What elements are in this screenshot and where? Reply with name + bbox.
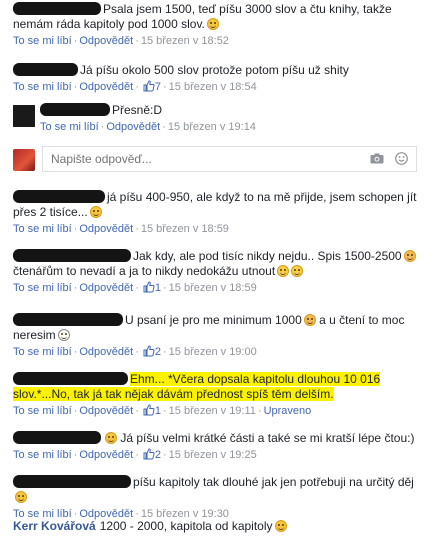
like-link[interactable]: To se mi líbí xyxy=(13,81,72,93)
smile-emoji-icon xyxy=(206,18,219,30)
comment-text: Já píšu velmi krátké části a také se mi … xyxy=(120,431,415,445)
comment: Ehm... *Včera dopsala kapitolu dlouhou 1… xyxy=(13,372,381,417)
redacted-name xyxy=(13,475,131,488)
timestamp[interactable]: 15 březen v 19:14 xyxy=(168,121,256,133)
like-count[interactable]: 2 xyxy=(155,346,161,358)
reply-link[interactable]: Odpovědět xyxy=(79,223,133,235)
smile-emoji-icon xyxy=(105,432,117,444)
comment: píšu kapitoly tak dlouhé jak jen potřebu… xyxy=(13,475,414,520)
redacted-name xyxy=(13,372,128,385)
reply-link[interactable]: Odpovědět xyxy=(79,346,133,358)
comment-meta: To se mi líbí · Odpovědět · 15 březen v 18:5… xyxy=(13,35,229,47)
comment: Já píšu okolo 500 slov protože potom píš… xyxy=(13,63,349,93)
like-link[interactable]: To se mi líbí xyxy=(13,405,72,417)
camera-icon[interactable] xyxy=(370,153,384,167)
like-count[interactable]: 2 xyxy=(155,449,161,461)
redacted-name xyxy=(13,190,105,203)
thumbs-up-icon[interactable] xyxy=(143,345,155,357)
like-link[interactable]: To se mi líbí xyxy=(40,121,99,133)
reply-input-box[interactable] xyxy=(42,146,417,172)
thumbs-up-icon[interactable] xyxy=(143,404,155,416)
edited-label[interactable]: Upraveno xyxy=(264,405,312,417)
comment-text: já píšu 400-950, ale když to na mě přijd… xyxy=(107,190,417,204)
thumbs-up-icon[interactable] xyxy=(143,448,155,460)
redacted-name xyxy=(40,103,110,116)
like-count[interactable]: 1 xyxy=(155,405,161,417)
redacted-name xyxy=(13,431,101,444)
comment-text: neresim xyxy=(13,328,56,342)
like-count[interactable]: 1 xyxy=(155,282,161,294)
comment: Kerr Kovářová 1200 - 2000, kapitola od ka… xyxy=(0,519,297,534)
like-link[interactable]: To se mi líbí xyxy=(13,449,72,461)
comment-text: U psaní je pro me minimum 1000 xyxy=(125,313,302,327)
commenter-name[interactable]: Kerr Kovářová xyxy=(13,519,96,533)
reply-input[interactable] xyxy=(49,147,353,171)
laughing-emoji-icon xyxy=(291,265,304,277)
like-link[interactable]: To se mi líbí xyxy=(13,346,72,358)
comment: Jak kdy, ale pod tisíc nikdy nejdu.. Spi… xyxy=(0,249,426,295)
smile-emoji-icon xyxy=(274,520,287,532)
reply-link[interactable]: Odpovědět xyxy=(79,282,133,294)
smile-emoji-icon xyxy=(89,206,102,218)
timestamp[interactable]: 15 březen v 19:11 xyxy=(169,405,256,417)
comment-text: čtenářům to nevadí a ja to nikdy nedokáž… xyxy=(13,264,276,278)
comment-text: Přesně:D xyxy=(112,103,163,117)
comment: Psala jsem 1500, teď píšu 3000 slov a čt… xyxy=(0,2,402,48)
comment-text: 1200 - 2000, kapitola od kapitoly xyxy=(99,519,273,533)
like-link[interactable]: To se mi líbí xyxy=(13,282,72,294)
comment: Já píšu velmi krátké části a také se mi … xyxy=(13,431,415,461)
redacted-name xyxy=(13,313,123,326)
like-link[interactable]: To se mi líbí xyxy=(13,35,72,47)
avatar[interactable] xyxy=(13,105,35,127)
highlighted-comment-text: slov.*...No, tak já tak nějak dávám před… xyxy=(13,387,334,401)
timestamp[interactable]: 15 březen v 18:52 xyxy=(141,35,229,47)
reply-link[interactable]: Odpovědět xyxy=(79,449,133,461)
laughing-emoji-icon xyxy=(277,265,290,277)
comment: já píšu 400-950, ale když to na mě přijd… xyxy=(13,190,417,235)
timestamp[interactable]: 15 březen v 19:25 xyxy=(169,449,257,461)
current-user-avatar xyxy=(13,149,35,171)
reply-comment: Přesně:D To se mi líbí · Odpovědět · 15 břez… xyxy=(0,103,256,134)
redacted-name xyxy=(13,249,131,262)
comment-text: a u čtení to moc xyxy=(319,313,405,327)
redacted-name xyxy=(13,63,78,76)
comment-text: píšu kapitoly tak dlouhé jak jen potřebu… xyxy=(133,475,414,489)
timestamp[interactable]: 15 březen v 18:54 xyxy=(169,81,257,93)
reply-composer xyxy=(13,144,423,174)
smile-emoji-icon xyxy=(57,329,70,341)
blush-emoji-icon xyxy=(303,314,316,326)
thumbs-up-icon[interactable] xyxy=(143,281,155,293)
thumbs-up-icon[interactable] xyxy=(143,80,155,92)
reply-link[interactable]: Odpovědět xyxy=(79,405,133,417)
timestamp[interactable]: 15 březen v 18:59 xyxy=(141,223,229,235)
reply-link[interactable]: Odpovědět xyxy=(106,121,160,133)
comment-text: přes 2 tisíce... xyxy=(13,205,88,219)
comment-text: Já píšu okolo 500 slov protože potom píš… xyxy=(80,63,349,77)
comment: U psaní je pro me minimum 1000 a u čtení… xyxy=(13,313,405,358)
smile-emoji-icon xyxy=(15,491,27,503)
like-link[interactable]: To se mi líbí xyxy=(13,223,72,235)
redacted-name xyxy=(13,2,101,15)
comment-text: nemám ráda kapitoly pod 1000 slov. xyxy=(13,17,205,31)
highlighted-comment-text: Ehm... *Včera dopsala kapitolu dlouhou 1… xyxy=(130,372,381,386)
reply-link[interactable]: Odpovědět xyxy=(79,81,133,93)
emoji-picker-icon[interactable] xyxy=(395,152,408,168)
timestamp[interactable]: 15 březen v 19:00 xyxy=(169,346,257,358)
reply-link[interactable]: Odpovědět xyxy=(79,35,133,47)
comment-text: Psala jsem 1500, teď píšu 3000 slov a čt… xyxy=(103,2,392,16)
like-count[interactable]: 7 xyxy=(155,81,161,93)
comment-text: Jak kdy, ale pod tisíc nikdy nejdu.. Spi… xyxy=(133,249,402,263)
timestamp[interactable]: 15 březen v 18:59 xyxy=(169,282,257,294)
blush-emoji-icon xyxy=(403,250,416,262)
